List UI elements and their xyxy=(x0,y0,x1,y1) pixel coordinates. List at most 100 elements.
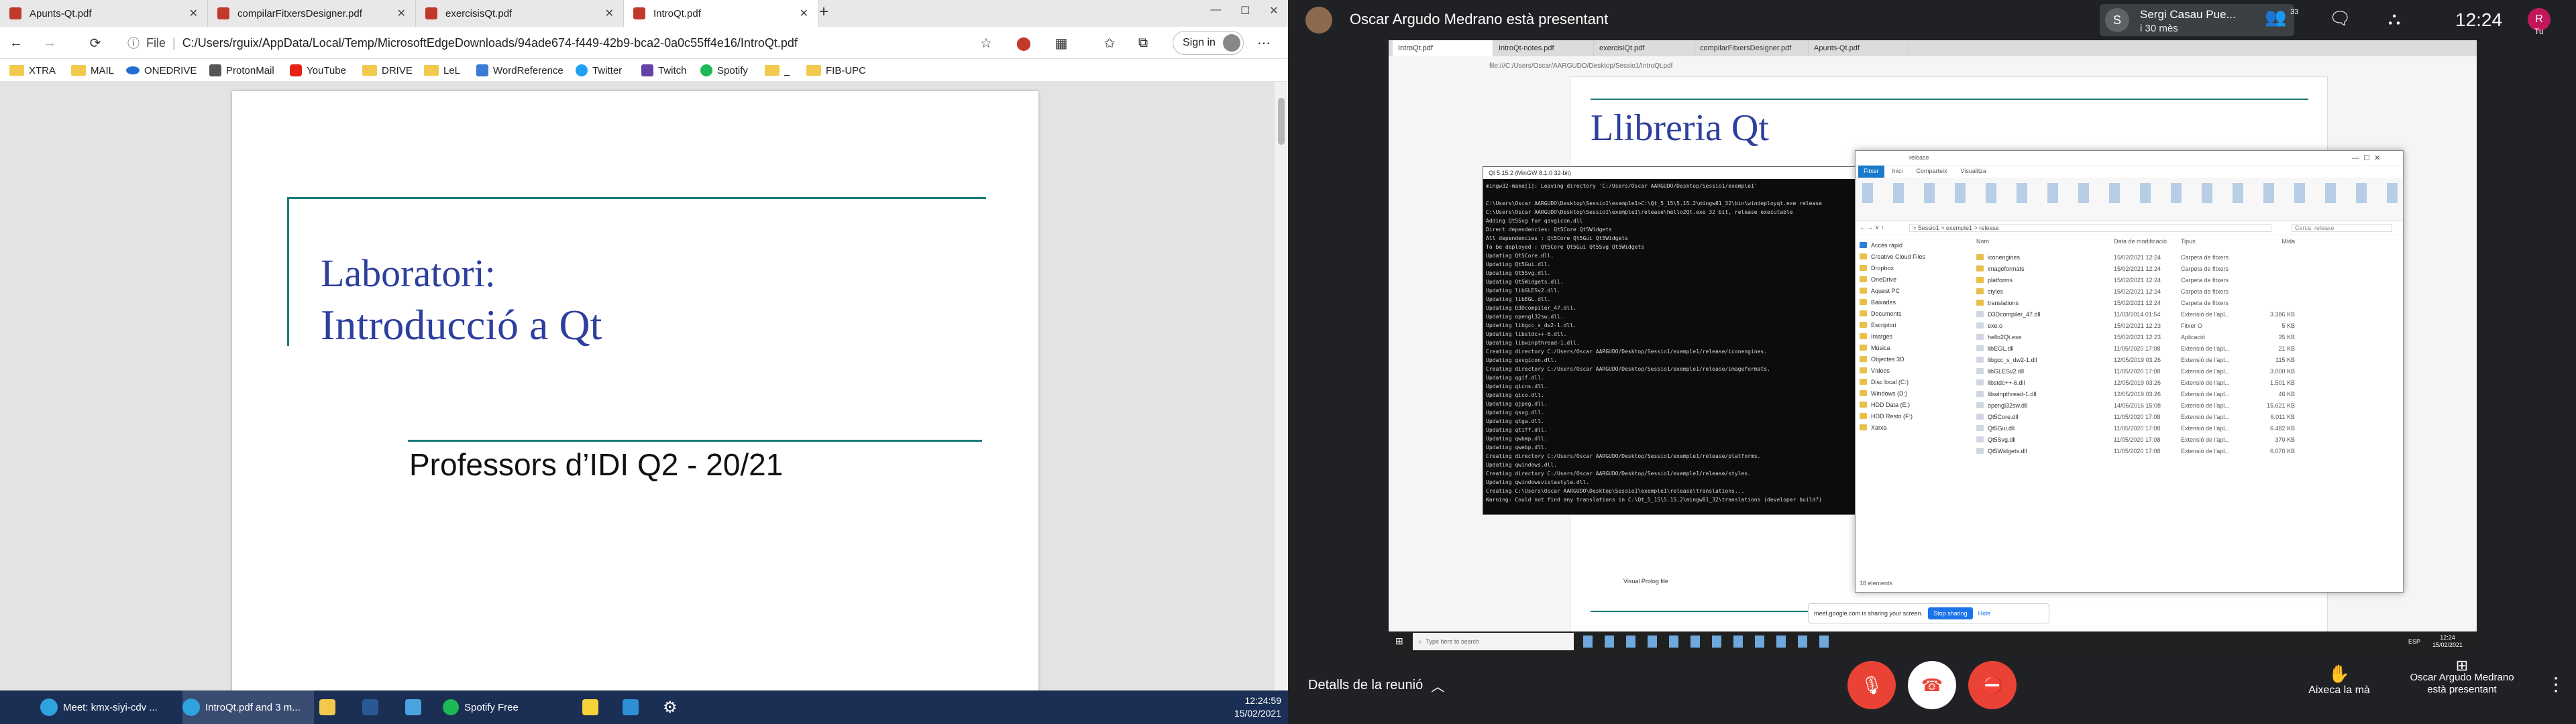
close-window-icon[interactable]: ✕ xyxy=(1269,4,1278,23)
camera-button[interactable]: ⛔ xyxy=(1968,661,2017,709)
new-tab-button[interactable]: + xyxy=(813,3,835,24)
fav-twitch[interactable]: Twitch xyxy=(641,59,687,82)
favorites-icon[interactable]: ✩ xyxy=(1100,34,1119,52)
more-options-icon[interactable]: ⋮ xyxy=(2546,673,2565,695)
file-row[interactable]: Qt5Svg.dll 11/05/2020 17:08 Extensió de l'… xyxy=(1976,434,2392,445)
file-row[interactable]: Qt5Widgets.dll 11/05/2020 17:08 Extensió d… xyxy=(1976,445,2392,457)
file-row[interactable]: opengl32sw.dll 14/06/2016 15:08 Extensió d… xyxy=(1976,400,2392,411)
fav-wordreference[interactable]: WordReference xyxy=(476,59,564,82)
fav-drive[interactable]: DRIVE xyxy=(362,59,413,82)
fav-mail[interactable]: MAIL xyxy=(71,59,114,82)
file-row[interactable]: Qt5Core.dll 11/05/2020 17:08 Extensió de l… xyxy=(1976,411,2392,422)
col-type[interactable]: Tipus xyxy=(2181,238,2255,250)
task-vscode[interactable] xyxy=(623,690,639,724)
nav-item[interactable]: HDD Data (E:) xyxy=(1860,399,1967,410)
fav-youtube[interactable]: YouTube xyxy=(290,59,346,82)
task-notes[interactable] xyxy=(582,690,598,724)
nav-item[interactable]: Xarxa xyxy=(1860,422,1967,433)
fav-fibupc[interactable]: FIB-UPC xyxy=(806,59,866,82)
task-explorer[interactable] xyxy=(319,690,335,724)
maximize-icon[interactable]: ☐ xyxy=(1240,4,1250,23)
nav-item[interactable]: Documents xyxy=(1860,308,1967,319)
nav-arrows[interactable]: ← → ∨ ↑ xyxy=(1860,224,1884,231)
nav-item[interactable]: Vídeos xyxy=(1860,365,1967,376)
explorer-path[interactable]: > Sessio1 > exemple1 > release xyxy=(1909,224,2271,232)
task-spotify[interactable]: Spotify Free xyxy=(443,690,570,724)
tab-apunts[interactable]: Apunts-Qt.pdf ✕ xyxy=(0,0,208,27)
nav-item[interactable]: Dropbox xyxy=(1860,262,1967,274)
fav-twitter[interactable]: Twitter xyxy=(576,59,622,82)
ribbon-tab-share[interactable]: Comparteix xyxy=(1911,166,1953,178)
file-row[interactable]: D3Dcompiler_47.dll 11/03/2014 01:54 Extens… xyxy=(1976,308,2392,320)
tab-exercisis[interactable]: exercisisQt.pdf ✕ xyxy=(416,0,624,27)
col-date[interactable]: Data de modificació xyxy=(2114,238,2181,250)
hide-button[interactable]: Hide xyxy=(1978,610,1991,617)
close-icon[interactable]: ✕ xyxy=(605,7,614,20)
file-row[interactable]: platforms 15/02/2021 12:24 Carpeta de fitx… xyxy=(1976,274,2392,286)
close-icon[interactable]: ✕ xyxy=(189,7,198,20)
extension-icon[interactable]: ⬤ xyxy=(1014,34,1033,52)
nav-item[interactable]: Disc local (C:) xyxy=(1860,376,1967,387)
ribbon-tab-file[interactable]: Fitxer xyxy=(1858,166,1884,178)
file-row[interactable]: exe.o 15/02/2021 12:23 Fitxer O 5 KB xyxy=(1976,320,2392,331)
nav-item[interactable]: OneDrive xyxy=(1860,274,1967,285)
ribbon-tab-home[interactable]: Inici xyxy=(1887,166,1909,178)
fav-folder[interactable]: _ xyxy=(765,59,790,82)
close-icon[interactable]: ✕ xyxy=(397,7,406,20)
nav-item[interactable]: Accés ràpid xyxy=(1860,239,1967,251)
tab-compilar[interactable]: compilarFitxersDesigner.pdf ✕ xyxy=(208,0,416,27)
address-bar[interactable]: ⓘ File | C:/Users/rguix/AppData/Local/Te… xyxy=(127,32,1006,54)
nav-item[interactable]: HDD Resto (F:) xyxy=(1860,410,1967,422)
task-settings[interactable]: ⚙ xyxy=(663,690,678,724)
file-row[interactable]: Qt5Gui.dll 11/05/2020 17:08 Extensió de l'… xyxy=(1976,422,2392,434)
nav-item[interactable]: Objectes 3D xyxy=(1860,353,1967,365)
ribbon-tab-view[interactable]: Visualitza xyxy=(1955,166,1992,178)
taskbar-clock[interactable]: 12:24:59 15/02/2021 xyxy=(1208,695,1281,720)
tab-introqt[interactable]: IntroQt.pdf ✕ xyxy=(624,0,818,27)
nav-item[interactable]: Windows (D:) xyxy=(1860,387,1967,399)
file-row[interactable]: libgcc_s_dw2-1.dll 12/05/2019 03:26 Extens… xyxy=(1976,354,2392,365)
mic-button[interactable]: 🎙 xyxy=(1847,661,1896,709)
file-row[interactable]: hello2Qt.exe 15/02/2021 12:23 Aplicació 35 … xyxy=(1976,331,2392,343)
task-app[interactable] xyxy=(405,690,421,724)
meeting-details[interactable]: Detalls de la reunió ︿ xyxy=(1308,676,1444,695)
col-size[interactable]: Mida xyxy=(2255,238,2295,250)
nav-item[interactable]: Aquest PC xyxy=(1860,285,1967,296)
col-name[interactable]: Nom xyxy=(1976,238,2114,250)
file-row[interactable]: imageformats 15/02/2021 12:24 Carpeta de f… xyxy=(1976,263,2392,274)
task-meet[interactable]: Meet: kmx-siyi-cdv ... xyxy=(40,690,181,724)
close-icon[interactable]: ✕ xyxy=(800,7,808,20)
collections2-icon[interactable]: ⧉ xyxy=(1134,34,1152,52)
file-row[interactable]: libGLESv2.dll 11/05/2020 17:08 Extensió de… xyxy=(1976,365,2392,377)
file-row[interactable]: libEGL.dll 11/05/2020 17:08 Extensió de l'… xyxy=(1976,343,2392,354)
nav-item[interactable]: Creative Cloud Files xyxy=(1860,251,1967,262)
hangup-button[interactable]: ☎ xyxy=(1908,661,1956,709)
file-row[interactable]: libwinpthread-1.dll 12/05/2019 03:26 Exten… xyxy=(1976,388,2392,400)
fav-lel[interactable]: LeL xyxy=(424,59,460,82)
nav-item[interactable]: Escriptori xyxy=(1860,319,1967,330)
fav-protonmail[interactable]: ProtonMail xyxy=(209,59,274,82)
fav-xtra[interactable]: XTRA xyxy=(9,59,56,82)
scrollbar-thumb[interactable] xyxy=(1278,98,1285,145)
file-row[interactable]: libstdc++-6.dll 12/05/2019 03:26 Extensió … xyxy=(1976,377,2392,388)
forward-icon[interactable]: → xyxy=(40,34,59,52)
stop-sharing-button[interactable]: Stop sharing xyxy=(1928,607,1973,619)
info-icon[interactable]: ⓘ xyxy=(127,34,140,52)
more-icon[interactable]: ⋯ xyxy=(1254,34,1273,52)
fav-onedrive[interactable]: ONEDRIVE xyxy=(126,59,197,82)
activities-icon[interactable]: ⛬ xyxy=(2388,8,2400,29)
refresh-icon[interactable]: ⟳ xyxy=(86,34,105,52)
back-icon[interactable]: ← xyxy=(7,34,25,52)
task-edge[interactable]: IntroQt.pdf and 3 m... xyxy=(182,690,314,724)
signin-button[interactable]: Sign in xyxy=(1173,31,1244,55)
explorer-window-controls[interactable]: — ☐ ✕ xyxy=(2352,154,2380,162)
file-row[interactable]: styles 15/02/2021 12:24 Carpeta de fitxers xyxy=(1976,286,2392,297)
file-row[interactable]: iconengines 15/02/2021 12:24 Carpeta de fi… xyxy=(1976,251,2392,263)
nav-item[interactable]: Baixades xyxy=(1860,296,1967,308)
task-word[interactable] xyxy=(362,690,378,724)
nav-item[interactable]: Imatges xyxy=(1860,330,1967,342)
favorite-star-icon[interactable]: ☆ xyxy=(977,34,996,52)
nav-item[interactable]: Música xyxy=(1860,342,1967,353)
fav-spotify[interactable]: Spotify xyxy=(700,59,748,82)
presenting-button[interactable]: ⊞ Oscar Argudo Medrano està presentant xyxy=(2395,658,2529,696)
